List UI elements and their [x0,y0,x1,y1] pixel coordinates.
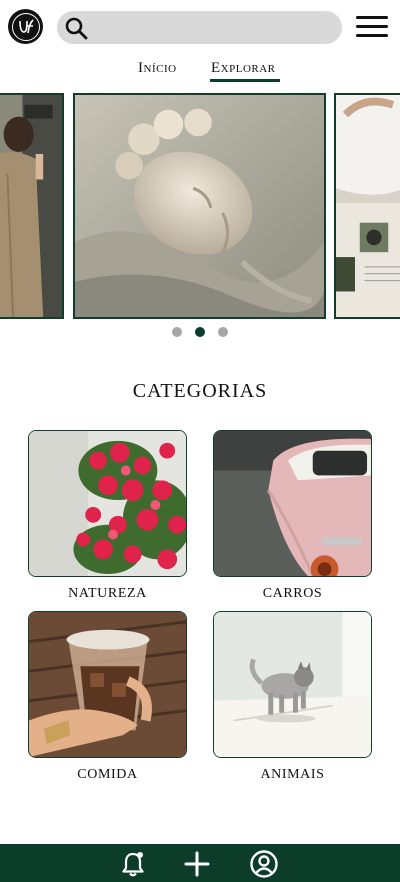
carousel-dot-3[interactable] [218,327,228,337]
carousel-slide-next[interactable] [334,93,400,319]
category-card-comida[interactable] [28,611,187,758]
flowers-photo [29,431,186,576]
category-label-comida: COMIDA [77,767,138,782]
bottom-navigation-bar [0,844,400,882]
category-label-animais: ANIMAIS [260,767,325,782]
category-card-carros[interactable] [213,430,372,577]
tab-inicio[interactable]: Início [138,60,177,77]
trench-coat-photo [0,95,62,317]
category-card-animais[interactable] [213,611,372,758]
image-carousel[interactable] [0,93,400,319]
add-icon[interactable] [182,849,212,879]
categories-heading: CATEGORIAS [132,380,268,402]
carousel-dot-2-active[interactable] [195,327,205,337]
category-card-natureza[interactable] [28,430,187,577]
carousel-dot-1[interactable] [172,327,182,337]
search-input[interactable] [57,11,342,44]
car-photo [214,431,371,576]
book-photo [336,95,400,317]
category-label-carros: CARROS [262,586,323,601]
active-tab-indicator [210,79,280,82]
tab-explorar[interactable]: Explorar [211,60,276,77]
user-profile-icon[interactable] [249,849,279,879]
carousel-pagination [0,327,400,337]
notification-bell-icon[interactable] [118,849,148,879]
category-label-natureza: NATUREZA [68,586,147,601]
header [0,0,400,54]
app-logo[interactable] [8,9,43,44]
tab-bar: Início Explorar [0,60,400,84]
carousel-slide-previous[interactable] [0,93,64,319]
carousel-slide-active[interactable] [73,93,326,319]
logo-monogram-icon [18,18,34,33]
marble-statue-photo [75,95,324,317]
logo-mark [11,12,40,41]
iced-coffee-photo [29,612,186,757]
cat-photo [214,612,371,757]
hamburger-menu-icon[interactable] [355,14,389,40]
